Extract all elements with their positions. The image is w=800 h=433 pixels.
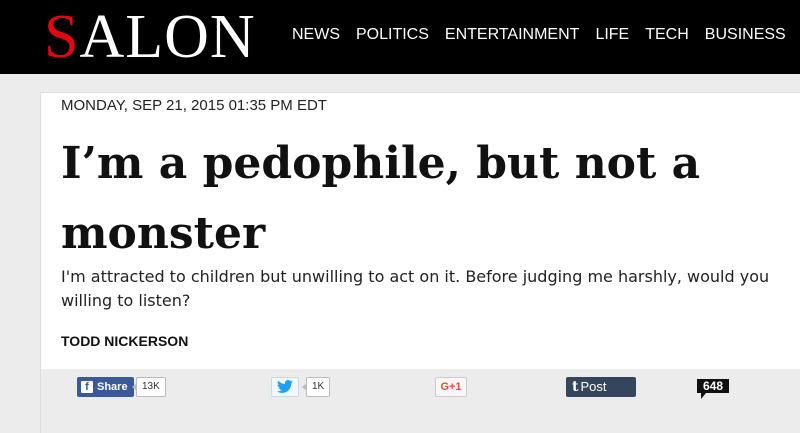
facebook-f-icon: f: [81, 381, 93, 393]
twitter-bird-icon: [277, 378, 293, 395]
site-header: SALON NEWS POLITICS ENTERTAINMENT LIFE TECH B…: [0, 0, 800, 74]
salon-logo[interactable]: SALON: [44, 2, 256, 72]
main-nav: NEWS POLITICS ENTERTAINMENT LIFE TECH BUSINES…: [292, 26, 800, 44]
facebook-share-count: 13K: [132, 377, 166, 397]
headline-line-1: I’m a pedophile, but not a: [61, 138, 701, 189]
tumblr-t-icon: t: [572, 379, 579, 395]
nav-news[interactable]: NEWS: [292, 26, 340, 43]
share-bar: f Share 13K 1K G+1 t Post 648: [41, 369, 800, 433]
nav-tech[interactable]: TECH: [645, 26, 689, 43]
google-plus-button[interactable]: G+1: [435, 377, 467, 397]
article-byline[interactable]: TODD NICKERSON: [61, 333, 188, 349]
headline-line-2: monster: [61, 208, 266, 259]
nav-entertainment[interactable]: ENTERTAINMENT: [445, 26, 580, 43]
twitter-share-button[interactable]: [271, 377, 299, 397]
article-card: MONDAY, SEP 21, 2015 01:35 PM EDT I’m a …: [40, 92, 800, 433]
article-dateline: MONDAY, SEP 21, 2015 01:35 PM EDT: [61, 97, 327, 114]
twitter-share-count: 1K: [301, 377, 331, 397]
tumblr-post-button[interactable]: t Post: [566, 377, 636, 397]
nav-business[interactable]: BUSINESS: [705, 26, 786, 43]
nav-politics[interactable]: POLITICS: [356, 26, 429, 43]
article-headline: I’m a pedophile, but not a monster: [61, 129, 781, 269]
facebook-share-button[interactable]: f Share: [77, 377, 134, 397]
comment-count-badge[interactable]: 648: [697, 379, 730, 399]
logo-rest: ALON: [79, 3, 256, 71]
facebook-share-label: Share: [97, 381, 128, 393]
tumblr-post-label: Post: [580, 379, 607, 394]
logo-s: S: [44, 3, 80, 71]
nav-life[interactable]: LIFE: [595, 26, 629, 43]
article-dek: I'm attracted to children but unwilling …: [61, 267, 770, 310]
